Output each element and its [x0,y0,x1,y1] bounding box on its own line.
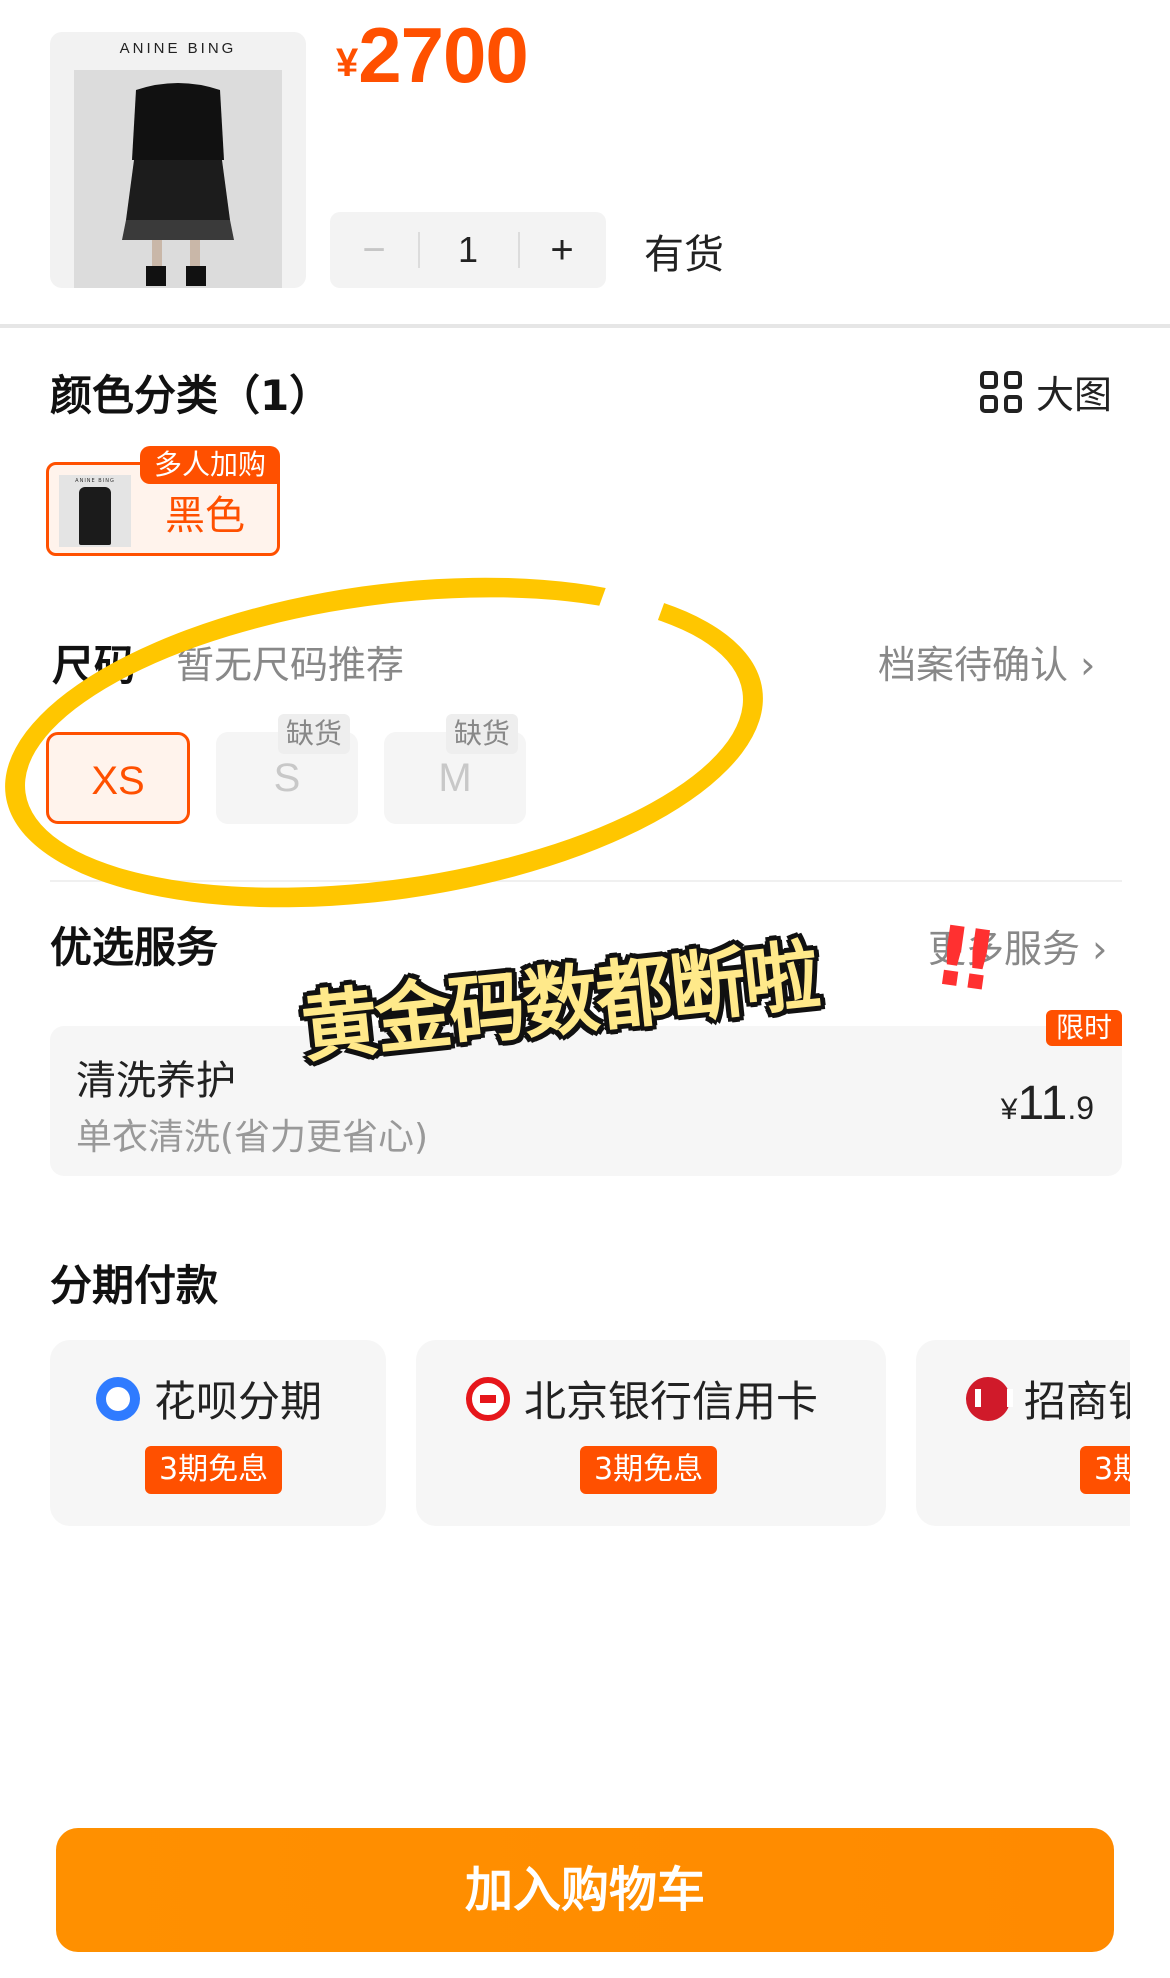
price-currency: ¥ [336,41,359,85]
service-section-title: 优选服务 [50,923,219,972]
quantity-value[interactable]: 1 [418,212,518,288]
installment-section-title: 分期付款 [50,1261,219,1310]
increase-quantity-button[interactable]: + [518,212,606,288]
color-option-thumbnail: ANINE BING [59,475,131,547]
installment-option-cmb[interactable]: 招商银行信用卡 3期免息 [916,1340,1130,1526]
product-price: ¥2700 [336,10,529,101]
installment-name: 花呗分期 [154,1377,323,1426]
price-value: 2700 [358,11,529,99]
installment-options: 花呗分期 3期免息 北京银行信用卡 3期免息 招商银行信用卡 3期免息 [50,1340,1130,1526]
huabei-icon [96,1376,140,1421]
bank-of-beijing-icon [466,1376,510,1421]
color-thumb-brand: ANINE BING [75,478,115,484]
interest-free-tag: 3期免息 [580,1446,718,1494]
big-image-label: 大图 [1036,373,1113,417]
color-option-label: 黑色 [165,493,245,539]
decrease-quantity-button[interactable]: − [330,212,418,288]
popular-badge: 多人加购 [140,446,280,484]
highlight-circle [0,533,785,952]
installment-option-bank-of-beijing[interactable]: 北京银行信用卡 3期免息 [416,1340,886,1526]
service-price-integer: 11 [1017,1077,1068,1130]
product-brand: ANINE BING [119,40,237,57]
size-archive-link[interactable]: 档案待确认 › [878,634,1095,689]
service-card-cleaning[interactable]: 清洗养护 单衣清洗(省力更省心) ¥11.9 [50,1026,1122,1176]
quantity-stepper: − 1 + [330,212,606,288]
product-photo [74,70,282,288]
installment-name: 北京银行信用卡 [524,1377,819,1426]
color-section-title: 颜色分类（1） [50,371,332,420]
service-description: 单衣清洗(省力更省心) [76,1117,429,1158]
cmb-bank-icon [966,1376,1013,1421]
interest-free-tag: 3期免息 [145,1446,283,1494]
service-price-decimal: .9 [1067,1090,1094,1126]
grid-icon [980,370,1022,413]
interest-free-tag: 3期免息 [1080,1446,1130,1494]
stock-status: 有货 [644,232,724,278]
service-price: ¥11.9 [1001,1076,1094,1131]
product-thumbnail[interactable]: ANINE BING [50,32,306,288]
service-name: 清洗养护 [76,1058,236,1104]
limited-time-badge: 限时 [1046,1010,1122,1046]
service-price-currency: ¥ [1000,1093,1018,1126]
add-to-cart-button[interactable]: 加入购物车 [56,1828,1114,1952]
installment-name: 招商银行信用卡 [1024,1377,1130,1426]
big-image-toggle[interactable]: 大图 [980,364,1112,419]
section-divider [0,324,1170,328]
installment-option-huabei[interactable]: 花呗分期 3期免息 [50,1340,386,1526]
